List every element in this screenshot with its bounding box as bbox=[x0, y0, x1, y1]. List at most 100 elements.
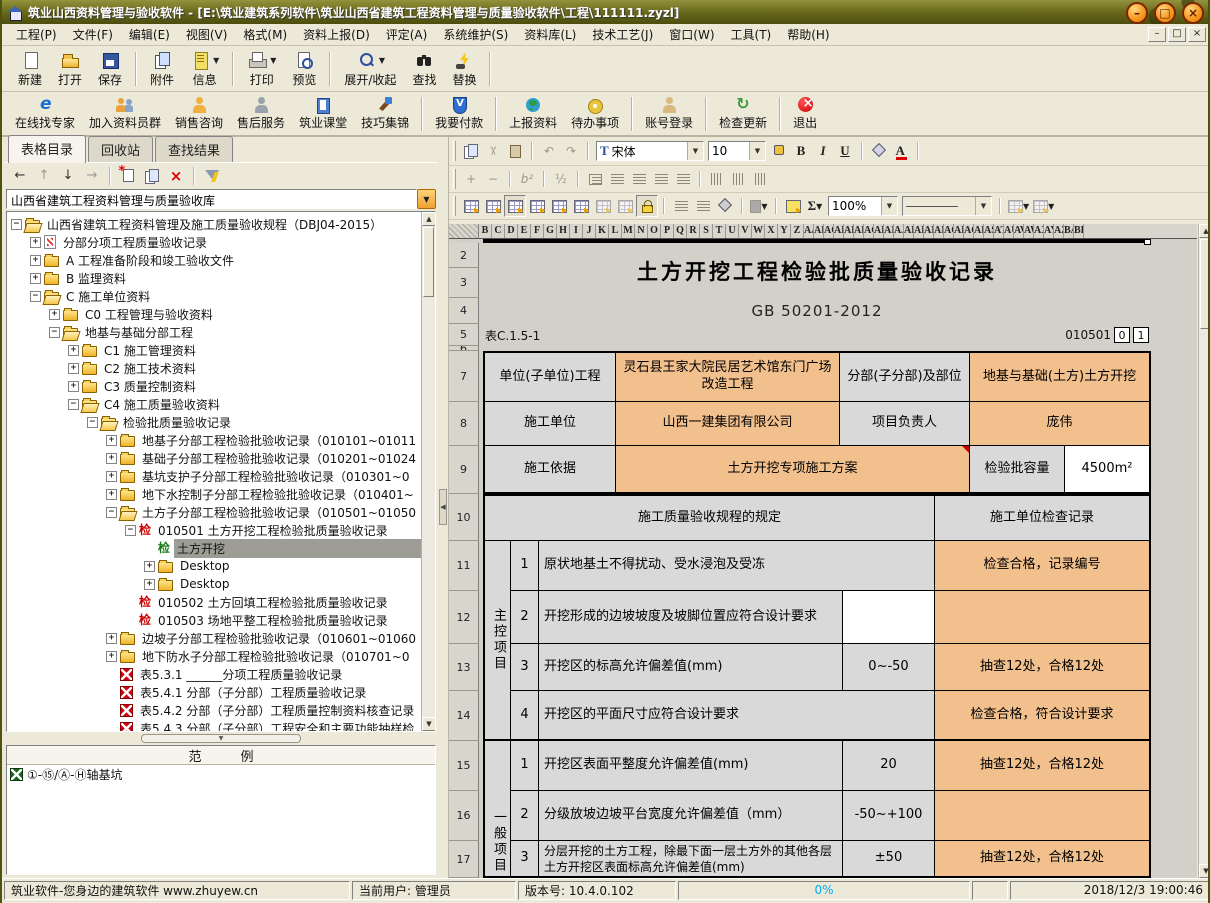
page-box-1[interactable]: 1 bbox=[1133, 327, 1149, 343]
expand-icon[interactable]: + bbox=[144, 561, 155, 572]
form-title[interactable]: 土方开挖工程检验批质量验收记录 bbox=[483, 243, 1151, 298]
scroll-up-icon[interactable]: ▲ bbox=[1199, 224, 1210, 238]
expand-icon[interactable]: + bbox=[106, 471, 117, 482]
cell-no[interactable]: 3 bbox=[511, 841, 539, 876]
tips-button[interactable]: 技巧集锦 bbox=[354, 94, 416, 134]
underline-button[interactable]: U bbox=[834, 140, 856, 162]
tree-item[interactable]: −C 施工单位资料 bbox=[7, 287, 435, 305]
row-header[interactable]: 11 bbox=[449, 541, 479, 591]
row-header[interactable]: 7 bbox=[449, 351, 479, 402]
tree-item[interactable]: +C1 施工管理资料 bbox=[7, 341, 435, 359]
tree-item[interactable]: −山西省建筑工程资料管理及施工质量验收规程（DBJ04-2015） bbox=[7, 215, 435, 233]
column-header[interactable]: BB bbox=[1074, 224, 1084, 239]
border-color-button[interactable]: ▼ bbox=[1006, 195, 1031, 217]
column-header[interactable]: B bbox=[479, 224, 492, 239]
cell-record-header[interactable]: 施工单位检查记录 bbox=[935, 496, 1149, 541]
formula-button[interactable] bbox=[782, 195, 804, 217]
copy-form-button[interactable] bbox=[140, 165, 164, 187]
cell-requirement[interactable]: 原状地基土不得扰动、受水浸泡及受冻 bbox=[539, 541, 935, 591]
find-button[interactable]: 查找 bbox=[404, 48, 444, 90]
tree-item[interactable]: +C3 质量控制资料 bbox=[7, 377, 435, 395]
standard-code[interactable]: GB 50201-2012 bbox=[483, 298, 1151, 324]
cell-contractor-value[interactable]: 山西一建集团有限公司 bbox=[616, 402, 840, 446]
save-button[interactable]: 保存 bbox=[90, 48, 130, 90]
undo-button[interactable]: ↶ bbox=[538, 140, 560, 162]
column-header[interactable]: AN bbox=[934, 224, 944, 239]
page-box-0[interactable]: 0 bbox=[1114, 327, 1130, 343]
cell-requirement[interactable]: 开挖区表面平整度允许偏差值(mm) bbox=[539, 741, 843, 791]
italic-button[interactable]: I bbox=[812, 140, 834, 162]
new-form-button[interactable] bbox=[116, 165, 140, 187]
align-left-button[interactable] bbox=[606, 168, 628, 190]
tree-item[interactable]: +分部分项工程质量验收记录 bbox=[7, 233, 435, 251]
cell-record[interactable]: 检查合格，记录编号 bbox=[935, 541, 1149, 591]
menu-item-7[interactable]: 系统维护(S) bbox=[435, 23, 516, 46]
column-header[interactable]: H bbox=[557, 224, 570, 239]
column-header[interactable]: AY bbox=[1044, 224, 1054, 239]
menu-item-8[interactable]: 资料库(L) bbox=[516, 23, 584, 46]
row-header[interactable]: 2 bbox=[449, 243, 479, 268]
dropdown-arrow-icon[interactable]: ▼ bbox=[270, 56, 276, 65]
expand-icon[interactable]: + bbox=[68, 363, 79, 374]
row-height-button[interactable] bbox=[670, 195, 692, 217]
insert-row-button[interactable]: + bbox=[460, 168, 482, 190]
row-height2-button[interactable] bbox=[692, 195, 714, 217]
mdi-restore-button[interactable]: □ bbox=[1168, 27, 1186, 42]
expand-icon[interactable]: + bbox=[30, 237, 41, 248]
expand-icon[interactable]: + bbox=[106, 489, 117, 500]
tree-item[interactable]: 检土方开挖 bbox=[7, 539, 435, 557]
column-header[interactable]: AP bbox=[954, 224, 964, 239]
column-header[interactable]: G bbox=[544, 224, 557, 239]
column-header[interactable]: S bbox=[700, 224, 713, 239]
paste-button[interactable] bbox=[504, 140, 526, 162]
align-page-button[interactable] bbox=[584, 168, 606, 190]
tree-item[interactable]: −C4 施工质量验收资料 bbox=[7, 395, 435, 413]
merge-cells-button[interactable] bbox=[504, 195, 526, 217]
cell-value[interactable]: ±50 bbox=[843, 841, 935, 876]
row-header[interactable]: 16 bbox=[449, 791, 479, 841]
sales-consult-button[interactable]: 销售咨询 bbox=[168, 94, 230, 134]
font-select[interactable]: T宋体▼ bbox=[596, 141, 704, 161]
replace-button[interactable]: 替换 bbox=[444, 48, 484, 90]
sheet-scrollbar[interactable]: ▲ ▼ bbox=[1198, 224, 1210, 878]
tree-item[interactable]: +C0 工程管理与验收资料 bbox=[7, 305, 435, 323]
cell-group-dominant[interactable]: 主控项目 bbox=[485, 541, 511, 741]
nav-up-button[interactable]: ↑ bbox=[32, 165, 56, 187]
cell-no[interactable]: 4 bbox=[511, 691, 539, 741]
cell-manager-label[interactable]: 项目负责人 bbox=[840, 402, 970, 446]
nav-down-button[interactable]: ↓ bbox=[56, 165, 80, 187]
menu-item-11[interactable]: 工具(T) bbox=[723, 23, 780, 46]
column-header[interactable]: AF bbox=[854, 224, 864, 239]
row-header[interactable]: 17 bbox=[449, 841, 479, 878]
cell-requirement[interactable]: 开挖区的标高允许偏差值(mm) bbox=[539, 644, 843, 691]
toolbar-grip[interactable] bbox=[453, 196, 456, 216]
tree-item[interactable]: 检010502 土方回填工程检验批质量验收记录 bbox=[7, 593, 435, 611]
line-style-select[interactable]: ▼ bbox=[902, 196, 992, 216]
collapse-icon[interactable]: − bbox=[11, 219, 22, 230]
tree-item[interactable]: 表5.4.2 分部（子分部）工程质量控制资料核查记录 bbox=[7, 701, 435, 719]
scrollbar-thumb[interactable] bbox=[423, 227, 434, 297]
cell-record[interactable] bbox=[935, 591, 1149, 644]
tree-item[interactable]: 检010503 场地平整工程检验批质量验收记录 bbox=[7, 611, 435, 629]
minimize-button[interactable]: – bbox=[1126, 2, 1148, 24]
row-header[interactable]: 10 bbox=[449, 494, 479, 541]
column-header[interactable]: AD bbox=[834, 224, 844, 239]
attachment-button[interactable]: 附件 bbox=[142, 48, 182, 90]
column-header[interactable]: Q bbox=[674, 224, 687, 239]
column-header[interactable]: BA bbox=[1064, 224, 1074, 239]
check-update-button[interactable]: 检查更新 bbox=[712, 94, 774, 134]
cell-requirement[interactable]: 分层开挖的土方工程，除最下面一层土方外的其他各层土方开挖区表面标高允许偏差值(m… bbox=[539, 841, 843, 876]
column-header[interactable]: D bbox=[505, 224, 518, 239]
superscript-button[interactable]: b² bbox=[516, 168, 538, 190]
column-header[interactable]: AG bbox=[864, 224, 874, 239]
cell-regulation-header[interactable]: 施工质量验收规程的规定 bbox=[485, 496, 935, 541]
dropdown-arrow-icon[interactable]: ▼ bbox=[213, 56, 219, 65]
cell-record[interactable]: 抽查12处，合格12处 bbox=[935, 644, 1149, 691]
info-button[interactable]: ▼信息 bbox=[182, 48, 227, 90]
copy-button[interactable] bbox=[460, 140, 482, 162]
tree-item[interactable]: +基坑支护子分部工程检验批验收记录（010301~0 bbox=[7, 467, 435, 485]
column-header[interactable]: AX bbox=[1034, 224, 1044, 239]
restore-button[interactable]: □ bbox=[1154, 2, 1176, 24]
close-button[interactable]: × bbox=[1182, 2, 1204, 24]
cell-record[interactable]: 检查合格，符合设计要求 bbox=[935, 691, 1149, 741]
